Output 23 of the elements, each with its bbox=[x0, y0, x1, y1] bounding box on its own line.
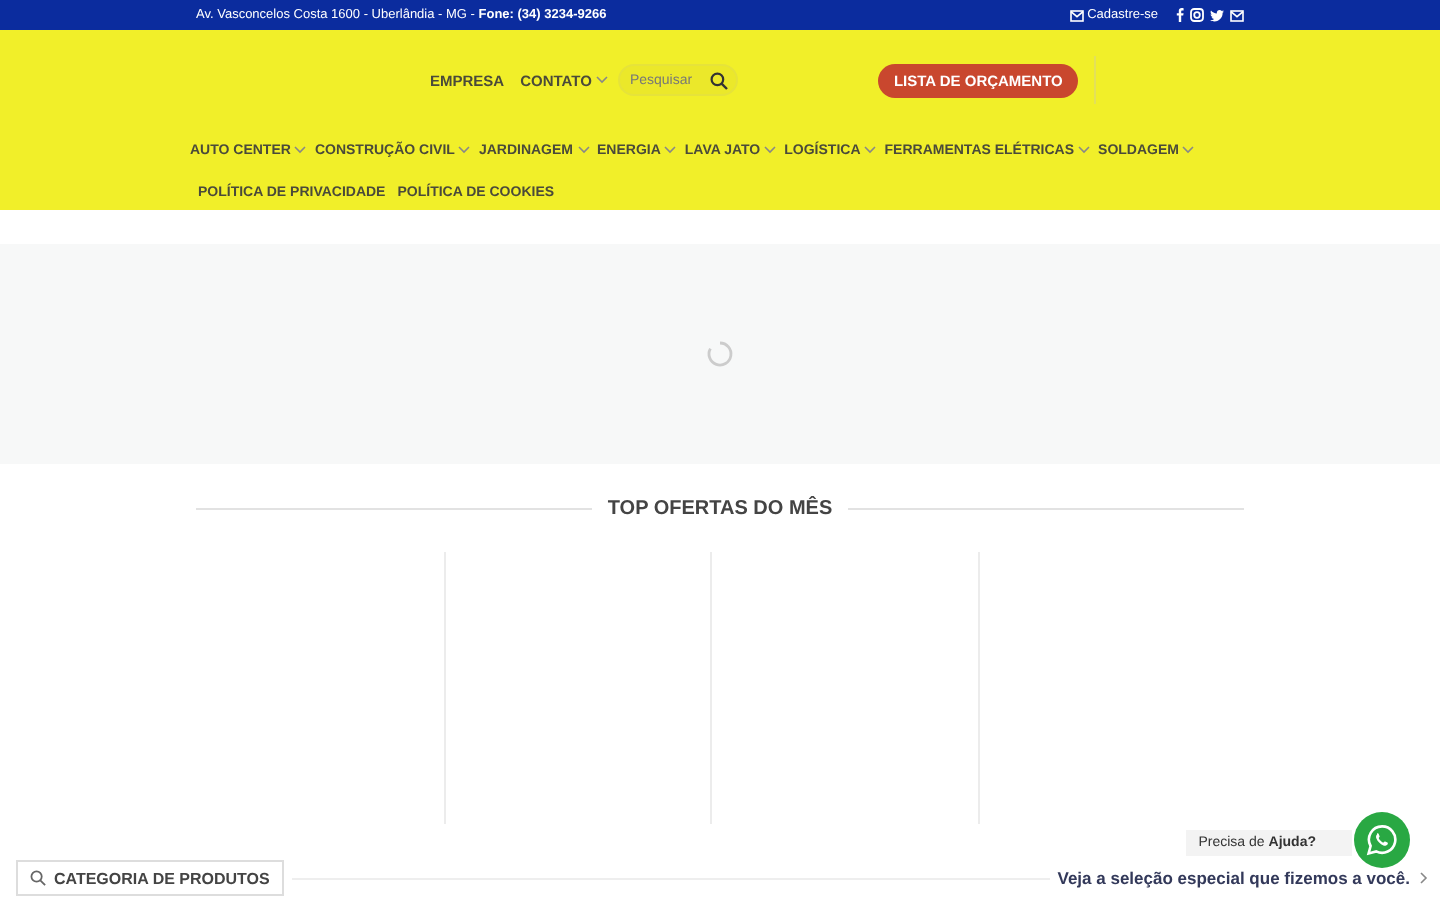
chevron-down-icon bbox=[864, 146, 877, 154]
chevron-down-icon bbox=[1182, 146, 1195, 154]
product-category-button[interactable]: CATEGORIA DE PRODUTOS bbox=[16, 860, 284, 896]
chevron-down-icon bbox=[458, 146, 471, 154]
mail-icon[interactable] bbox=[1230, 9, 1244, 21]
search-icon[interactable] bbox=[709, 72, 728, 90]
twitter-icon[interactable] bbox=[1210, 9, 1224, 21]
chevron-down-icon bbox=[294, 146, 307, 154]
chevron-down-icon bbox=[595, 76, 608, 84]
chevron-down-icon bbox=[577, 146, 589, 154]
section-title: TOP OFERTAS DO MÊS bbox=[607, 498, 833, 520]
chevron-down-icon bbox=[764, 146, 777, 154]
facebook-icon[interactable] bbox=[1176, 8, 1184, 22]
chat-bubble-icon bbox=[1366, 824, 1398, 856]
chevron-down-icon bbox=[1078, 146, 1091, 154]
search-icon bbox=[30, 870, 46, 886]
loading-spinner-icon bbox=[706, 340, 734, 368]
chevron-right-icon bbox=[1420, 872, 1428, 884]
chevron-down-icon bbox=[664, 146, 677, 154]
instagram-icon[interactable] bbox=[1190, 8, 1204, 22]
promo-link[interactable]: Veja a seleção especial que fizemos a você. bbox=[1057, 868, 1428, 888]
mail-icon bbox=[1069, 9, 1084, 21]
whatsapp-button[interactable] bbox=[1354, 812, 1410, 868]
